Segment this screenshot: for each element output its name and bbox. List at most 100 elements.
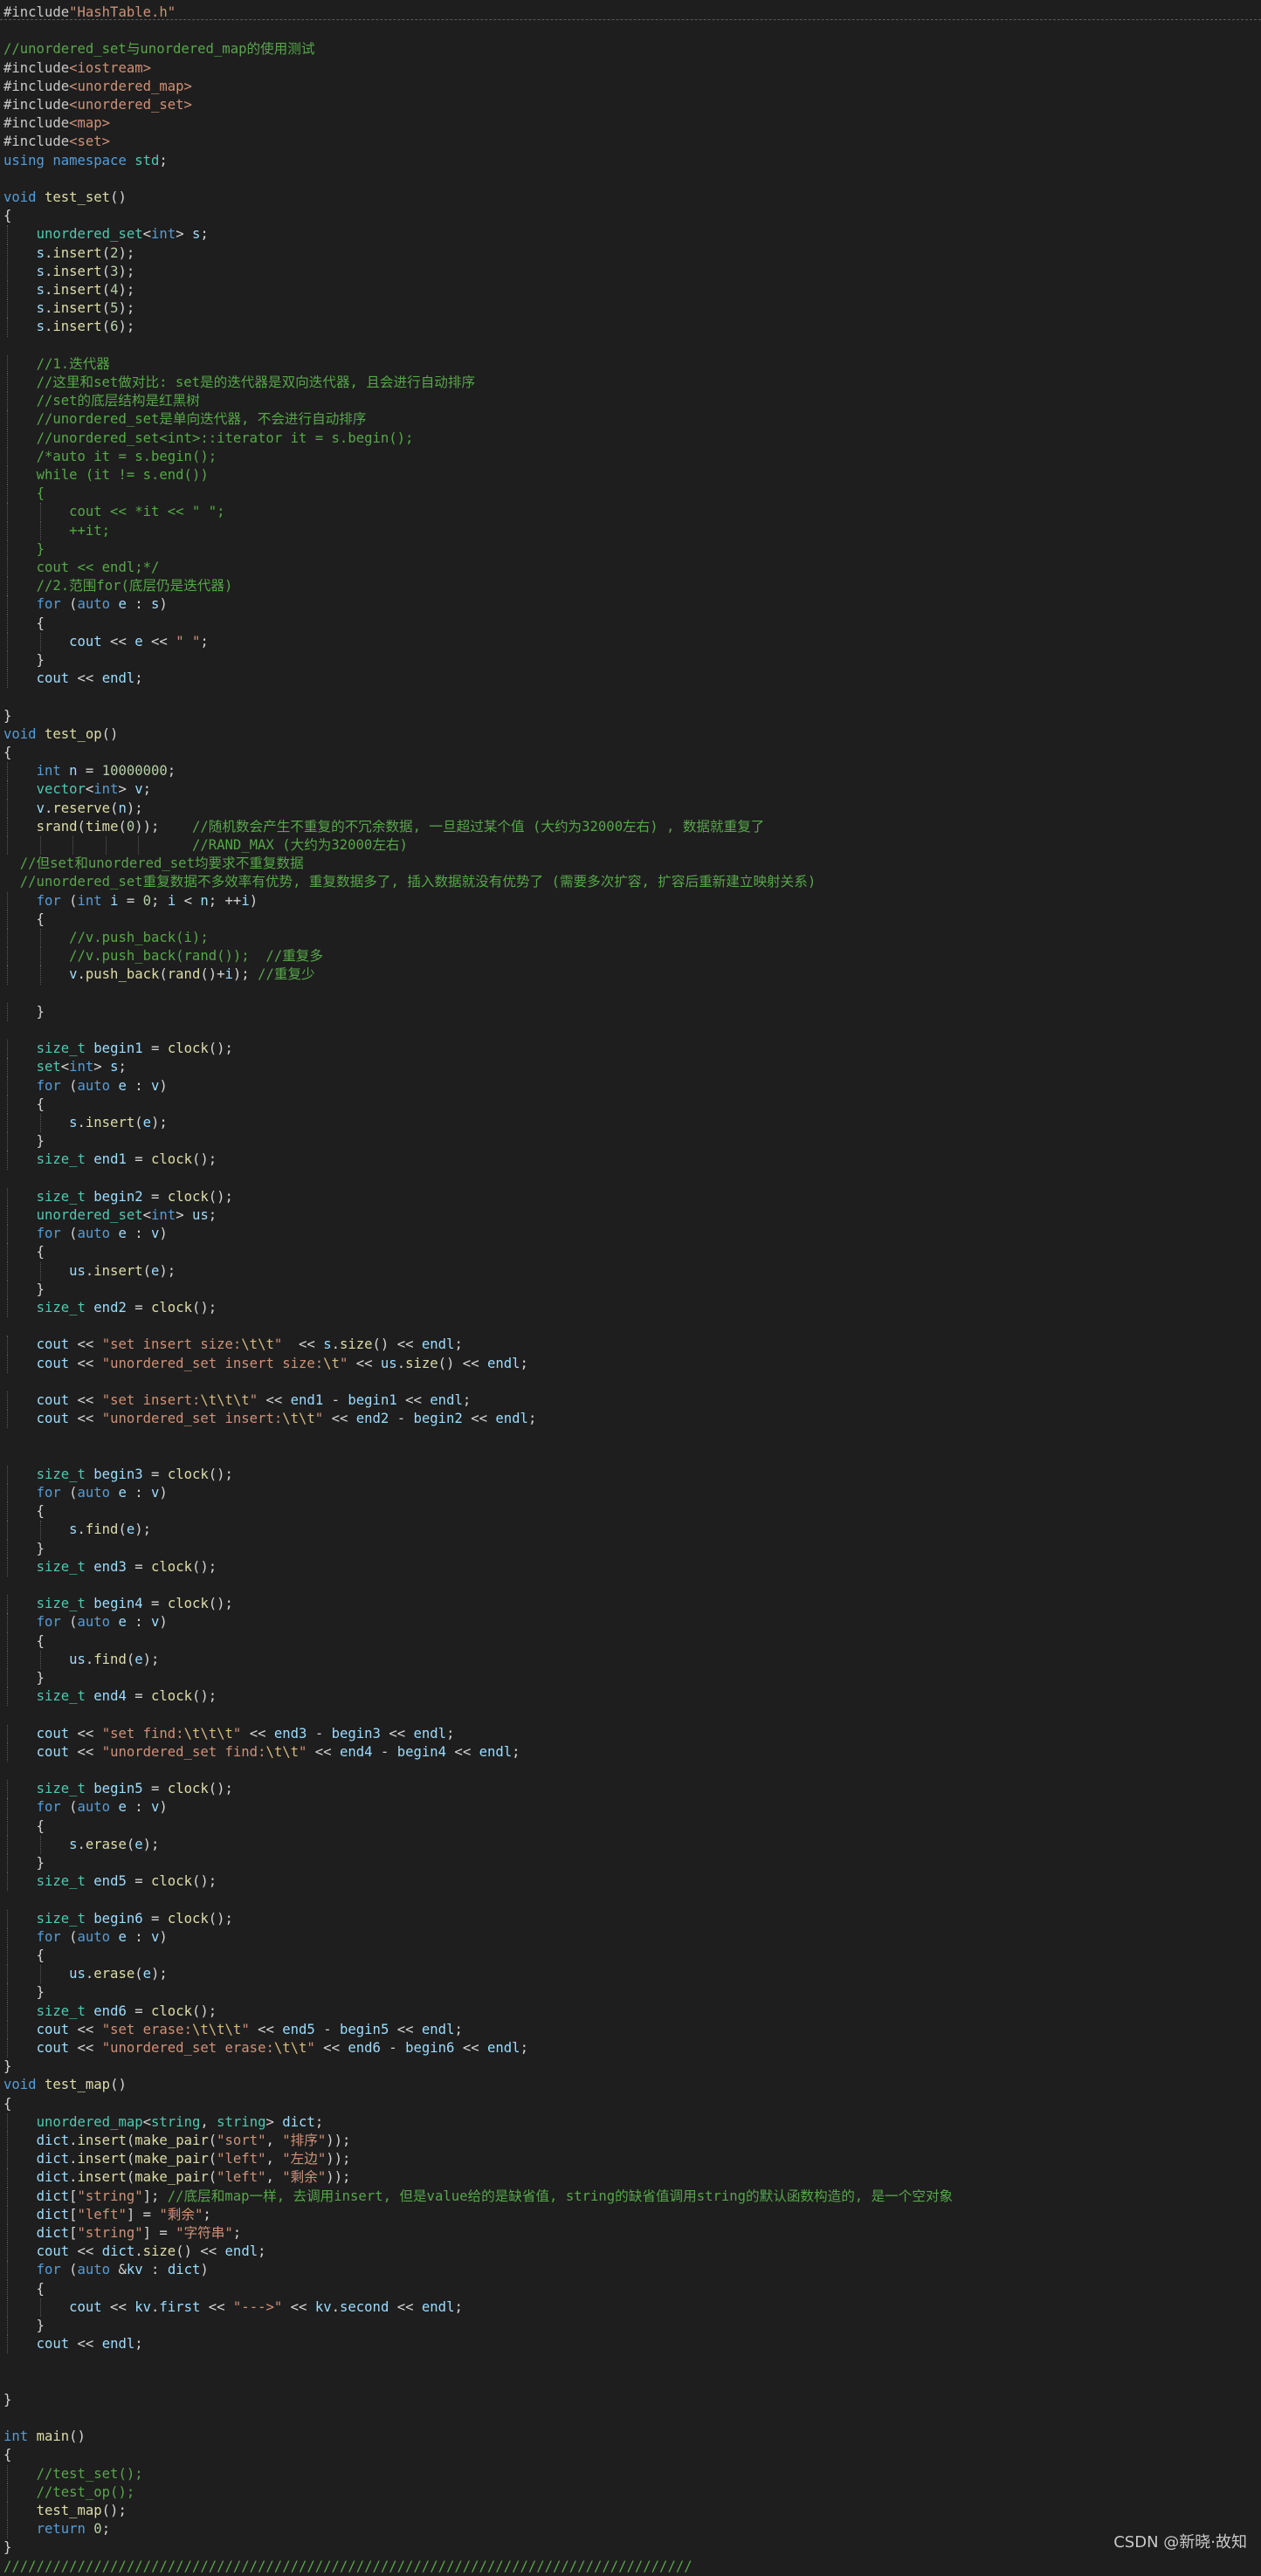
- code-line: void test_map(): [0, 2076, 1261, 2094]
- code-editor[interactable]: #include"HashTable.h"//unordered_set与uno…: [0, 0, 1261, 2574]
- code-text: }: [3, 2057, 11, 2076]
- code-token: int: [93, 781, 119, 798]
- code-text: cout << kv.first << "--->" << kv.second …: [3, 2298, 463, 2317]
- code-token: \t\t\t: [183, 1725, 233, 1741]
- code-token: int: [77, 892, 102, 909]
- code-token: ;: [454, 1336, 463, 1353]
- code-line: {: [0, 2446, 1261, 2464]
- code-token: );: [142, 1836, 160, 1852]
- code-token: <iostream>: [69, 59, 151, 76]
- code-token: (: [118, 818, 127, 835]
- code-token: clock: [167, 1910, 209, 1927]
- code-token: <<: [258, 1392, 291, 1408]
- code-token: }: [3, 1003, 45, 1020]
- code-token: >: [265, 2113, 283, 2130]
- code-token: <<: [69, 1336, 102, 1353]
- code-line: s.insert(3);: [0, 262, 1261, 281]
- code-token: auto: [77, 2262, 111, 2278]
- code-token: (: [142, 1262, 152, 1279]
- code-token: size_t: [36, 1596, 86, 1612]
- code-line: }: [0, 1669, 1261, 1688]
- code-token: =: [126, 1873, 152, 1890]
- code-line: #include"HashTable.h": [0, 3, 1261, 22]
- code-token: e: [118, 596, 127, 613]
- code-token: ): [159, 1614, 168, 1631]
- code-token: <<: [282, 2298, 315, 2315]
- code-token: \t\t\t: [200, 1392, 250, 1408]
- code-line: cout << endl;: [0, 670, 1261, 689]
- code-text: size_t end2 = clock();: [3, 1299, 217, 1317]
- code-token: ): [200, 2262, 209, 2278]
- code-line: }: [0, 707, 1261, 725]
- code-token: cout << *it << " ";: [69, 504, 225, 520]
- code-token: =: [142, 1041, 168, 1057]
- code-token: "set insert size:: [101, 1336, 242, 1353]
- code-token: :: [126, 1928, 152, 1945]
- code-token: size_t: [36, 1041, 86, 1057]
- code-token: <: [176, 892, 201, 909]
- code-token: v: [134, 781, 143, 798]
- code-token: dict: [282, 2113, 315, 2130]
- code-token: () <<: [438, 1355, 487, 1371]
- code-line: us.find(e);: [0, 1650, 1261, 1669]
- code-token: "unordered_set erase:: [101, 2040, 274, 2056]
- code-token: s: [323, 1336, 332, 1353]
- code-token: <<: [69, 2021, 102, 2037]
- code-line: set<int> s;: [0, 1058, 1261, 1077]
- code-line: unordered_map<string, string> dict;: [0, 2112, 1261, 2132]
- code-token: .: [69, 2133, 78, 2148]
- code-token: //2.范围for(底层仍是迭代器): [36, 578, 233, 594]
- code-text: //unordered_set是单向迭代器, 不会进行自动排序: [3, 410, 367, 429]
- code-text: //2.范围for(底层仍是迭代器): [3, 577, 233, 595]
- code-text: cout << dict.size() << endl;: [3, 2243, 266, 2261]
- code-text: s.insert(2);: [3, 244, 135, 263]
- code-token: for: [36, 1928, 61, 1945]
- code-line: cout << "set erase:\t\t\t" << end5 - beg…: [0, 2020, 1261, 2039]
- code-token: .: [85, 1966, 94, 1982]
- code-token: (: [101, 300, 111, 317]
- code-line: s.insert(e);: [0, 1114, 1261, 1133]
- code-token: =: [142, 1596, 168, 1612]
- code-token: insert: [52, 300, 102, 317]
- code-token: test_map: [36, 2503, 102, 2518]
- code-token: begin5: [340, 2021, 389, 2037]
- code-token: .: [44, 282, 53, 298]
- code-token: ();: [208, 1910, 233, 1927]
- code-token: begin6: [93, 1910, 143, 1927]
- code-token: size_t: [36, 1151, 86, 1168]
- code-token: }: [3, 2318, 45, 2333]
- code-token: cout: [36, 1355, 70, 1371]
- code-token: for: [36, 1226, 61, 1242]
- code-token: {: [3, 2280, 45, 2297]
- code-token: endl: [495, 1411, 528, 1427]
- code-text: cout << "unordered_set insert size:\t" <…: [3, 1355, 528, 1373]
- code-token: ] =: [126, 2206, 160, 2222]
- code-token: "unordered_set insert size:: [101, 1355, 324, 1371]
- code-token: {: [3, 615, 45, 631]
- code-token: }: [3, 1281, 45, 1297]
- code-token: \t\t: [282, 1411, 315, 1427]
- code-token: kv: [314, 2298, 332, 2315]
- code-token: cout: [36, 1411, 70, 1427]
- code-token: //1.迭代器: [36, 355, 110, 372]
- code-line: }: [0, 1132, 1261, 1151]
